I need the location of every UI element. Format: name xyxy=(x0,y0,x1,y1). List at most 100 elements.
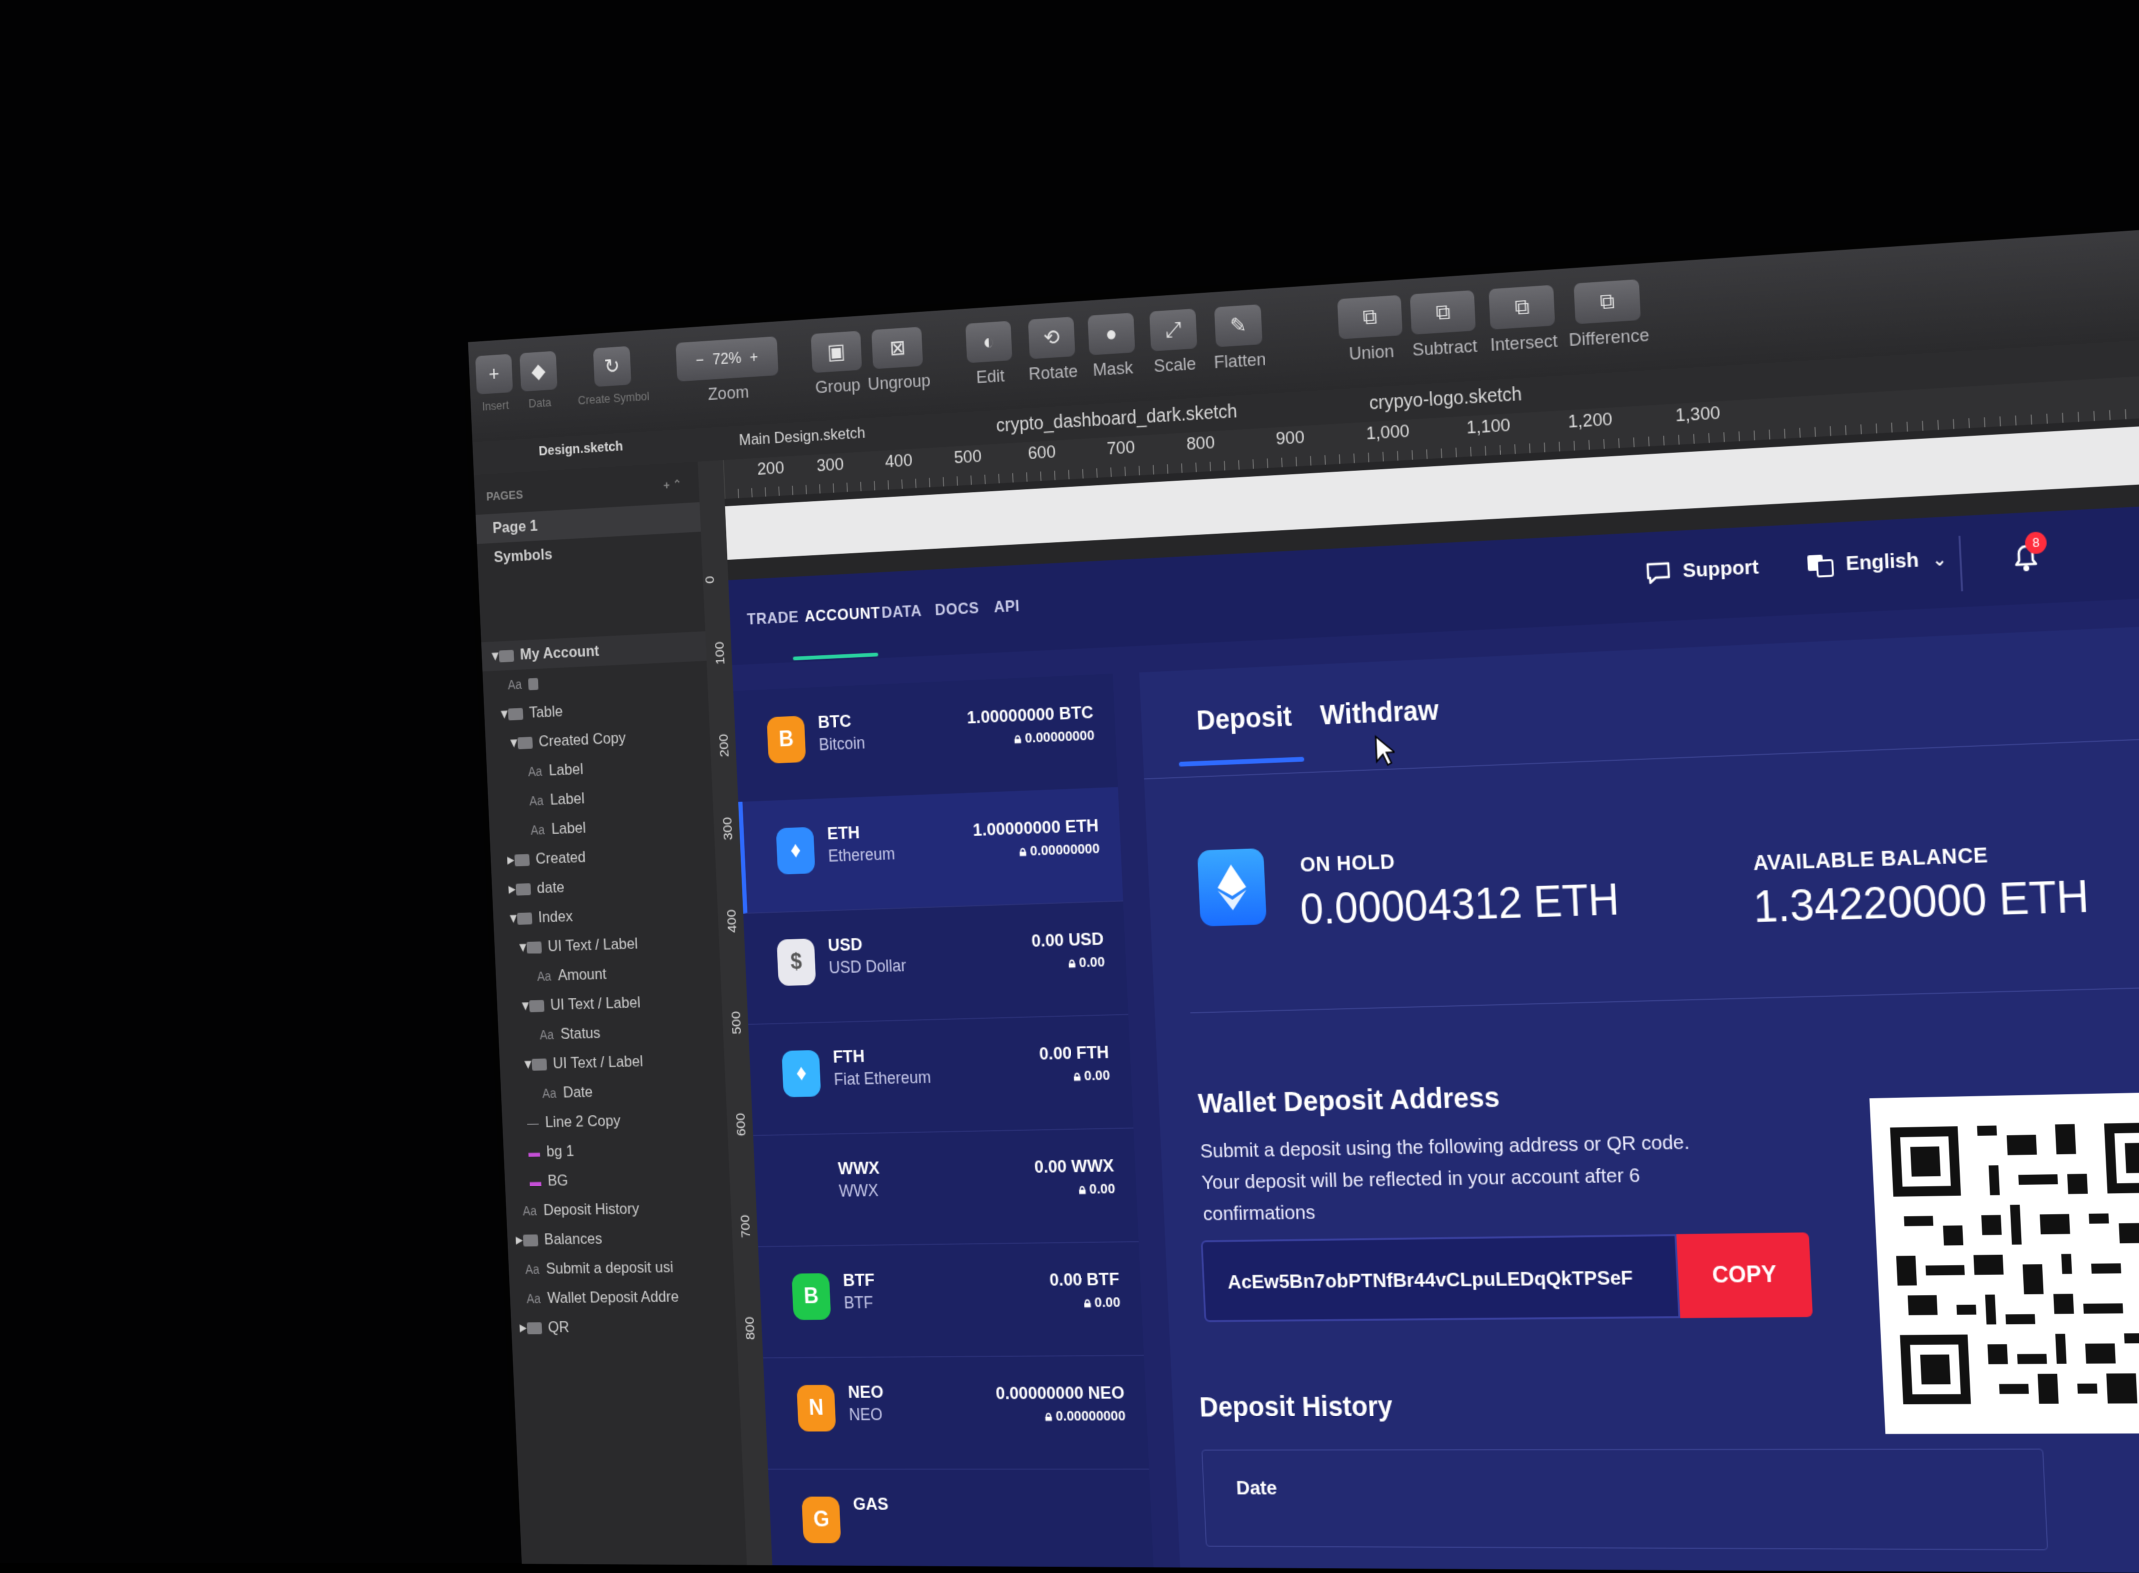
nav-docs[interactable]: DOCS xyxy=(935,599,980,620)
insert-button[interactable]: + Insert xyxy=(475,353,514,414)
lock-icon: 🔒︎ xyxy=(1073,1068,1085,1085)
asset-row-btc[interactable]: B BTC Bitcoin 1.00000000 BTC 🔒︎ 0.000000… xyxy=(733,673,1118,803)
ruler-label: 1,100 xyxy=(1466,415,1511,439)
folder-icon xyxy=(526,940,542,954)
ruler-label: 600 xyxy=(733,1112,749,1137)
difference-button[interactable]: ⧉ Difference xyxy=(1566,279,1650,352)
rotate-icon: ⟲ xyxy=(1027,316,1076,360)
asset-row-btf[interactable]: B BTF BTF 0.00 BTF 🔒︎ 0.00 xyxy=(758,1241,1144,1359)
nav-data[interactable]: DATA xyxy=(881,602,922,623)
zoom-field[interactable]: − 72% + xyxy=(675,336,779,382)
ruler-label: 400 xyxy=(884,450,913,473)
ruler-label: 400 xyxy=(724,909,740,933)
add-page-icon[interactable]: + ⌃ xyxy=(663,477,682,493)
layer-item[interactable]: — Line 2 Copy xyxy=(502,1104,728,1138)
edit-button[interactable]: ◐ Edit xyxy=(965,320,1013,389)
layer-item[interactable]: Aa Date xyxy=(500,1074,726,1108)
fiat-ethereum-icon: ♦ xyxy=(781,1049,822,1098)
nav-api[interactable]: API xyxy=(993,597,1020,617)
layer-item[interactable]: ▸ QR xyxy=(511,1311,737,1342)
lock-icon: 🔒︎ xyxy=(1019,843,1031,860)
create-symbol-button[interactable]: ↻ Create Symbol xyxy=(576,345,650,407)
symbol-icon: ↻ xyxy=(593,346,632,387)
layer-item[interactable]: Aa Wallet Deposit Addre xyxy=(509,1282,735,1314)
disclosure-icon[interactable]: ▾ xyxy=(491,647,499,666)
layer-item[interactable]: ▬ bg 1 xyxy=(503,1134,729,1168)
union-button[interactable]: ⧉ Union xyxy=(1337,294,1404,366)
nav-account[interactable]: ACCOUNT xyxy=(804,604,880,626)
text-layer-icon: Aa xyxy=(536,968,552,984)
on-hold-amount: 🔒︎ 0.00 xyxy=(1073,1067,1111,1085)
asset-row-wwx[interactable]: WWX WWX 0.00 WWX 🔒︎ 0.00 xyxy=(753,1127,1139,1248)
line-icon: — xyxy=(526,1115,539,1131)
ruler-label: 900 xyxy=(1275,427,1305,450)
doc-tab-design[interactable]: Design.sketch xyxy=(538,438,623,459)
intersect-button[interactable]: ⧉ Intersect xyxy=(1488,284,1558,357)
tab-deposit[interactable]: Deposit xyxy=(1196,702,1293,737)
layer-item[interactable]: ▬ BG xyxy=(504,1163,730,1196)
available-balance-label: AVAILABLE BALANCE xyxy=(1752,842,1989,875)
group-button[interactable]: ▣ Group xyxy=(810,330,863,399)
ethereum-icon: ♦ xyxy=(775,826,816,875)
on-hold-value: 0.00004312 ETH xyxy=(1299,873,1621,934)
folder-icon xyxy=(517,736,533,749)
subtract-button[interactable]: ⧉ Subtract xyxy=(1410,290,1478,361)
asset-row-neo[interactable]: N NEO NEO 0.00000000 NEO 🔒︎ 0.00000000 xyxy=(763,1354,1150,1470)
ruler-label: 300 xyxy=(720,816,736,841)
ruler-label: 1,200 xyxy=(1567,409,1613,433)
intersect-icon: ⧉ xyxy=(1488,284,1556,330)
scale-button[interactable]: ⤢ Scale xyxy=(1149,308,1198,378)
rotate-button[interactable]: ⟲ Rotate xyxy=(1026,316,1078,386)
artboard-icon xyxy=(498,649,514,662)
layer-item[interactable]: Aa Submit a deposit usi xyxy=(508,1252,734,1284)
layer-item[interactable]: ▸ Balances xyxy=(507,1222,733,1254)
on-hold-amount: 🔒︎ 0.00000000 xyxy=(1044,1408,1126,1425)
doc-tab-main-design[interactable]: Main Design.sketch xyxy=(739,424,866,450)
subtract-icon: ⧉ xyxy=(1410,290,1477,335)
group-icon: ▣ xyxy=(810,330,863,373)
data-button[interactable]: ◆ Data xyxy=(519,350,558,411)
nav-trade[interactable]: TRADE xyxy=(747,608,800,629)
ruler-label: 200 xyxy=(716,733,732,758)
asset-row-eth[interactable]: ♦ ETH Ethereum 1.00000000 ETH 🔒︎ 0.00000… xyxy=(738,787,1124,914)
asset-row-fth[interactable]: ♦ FTH Fiat Ethereum 0.00 FTH 🔒︎ 0.00 xyxy=(748,1013,1134,1136)
doc-tab-crypyo-logo[interactable]: crypyo-logo.sketch xyxy=(1369,384,1523,415)
flatten-icon: ✎ xyxy=(1214,304,1263,348)
lock-icon: 🔒︎ xyxy=(1078,1181,1090,1198)
neo-icon: N xyxy=(796,1384,837,1432)
crypto-dashboard-artboard: TRADE ACCOUNT DATA DOCS API Support Engl… xyxy=(728,505,2139,1573)
support-link[interactable]: Support xyxy=(1645,556,1760,585)
language-selector[interactable]: English ⌄ xyxy=(1805,546,1947,579)
wallet-deposit-title: Wallet Deposit Address xyxy=(1197,1081,1501,1120)
on-hold-amount: 🔒︎ 0.00 xyxy=(1083,1294,1121,1311)
deposit-history-table: Date xyxy=(1201,1448,2049,1551)
tab-withdraw[interactable]: Withdraw xyxy=(1320,695,1440,732)
layer-item[interactable]: Aa Deposit History xyxy=(506,1193,732,1226)
zoom-control[interactable]: − 72% + Zoom xyxy=(675,336,780,407)
on-hold-amount: 🔒︎ 0.00000000 xyxy=(1019,840,1100,860)
edit-icon: ◐ xyxy=(965,320,1013,364)
folder-icon xyxy=(514,853,530,866)
notification-badge: 8 xyxy=(2024,531,2048,555)
flatten-button[interactable]: ✎ Flatten xyxy=(1211,304,1266,374)
ruler-label: 500 xyxy=(953,446,982,469)
ungroup-button[interactable]: ⊠ Ungroup xyxy=(865,326,931,395)
ruler-label: 500 xyxy=(729,1011,745,1035)
deposit-panel: Deposit Withdraw ON HOLD 0.00004312 ETH … xyxy=(1139,625,2139,1573)
text-layer-icon: Aa xyxy=(526,1291,542,1306)
asset-row-usd[interactable]: $ USD USD Dollar 0.00 USD 🔒︎ 0.00 xyxy=(743,900,1129,1025)
folder-icon xyxy=(522,1233,538,1247)
bitcoin-icon: B xyxy=(766,715,807,764)
active-tab-indicator xyxy=(1178,756,1305,767)
asset-list: B BTC Bitcoin 1.00000000 BTC 🔒︎ 0.000000… xyxy=(733,673,1155,1573)
ruler-label: 700 xyxy=(1106,437,1136,460)
asset-row-gas[interactable]: G GAS xyxy=(768,1468,1155,1573)
chevron-down-icon: ⌄ xyxy=(1931,548,1948,570)
deposit-address-field[interactable]: AcEw5Bn7obPTNfBr44vCLpuLEDqQkTPSeF xyxy=(1200,1234,1681,1323)
copy-button[interactable]: COPY xyxy=(1676,1232,1813,1319)
mouse-cursor-icon xyxy=(1374,734,1396,767)
ruler-label: 1,300 xyxy=(1674,403,1721,427)
mask-button[interactable]: ● Mask xyxy=(1087,312,1137,382)
deposit-history-title: Deposit History xyxy=(1198,1391,1394,1423)
text-layer-icon: Aa xyxy=(527,763,543,780)
